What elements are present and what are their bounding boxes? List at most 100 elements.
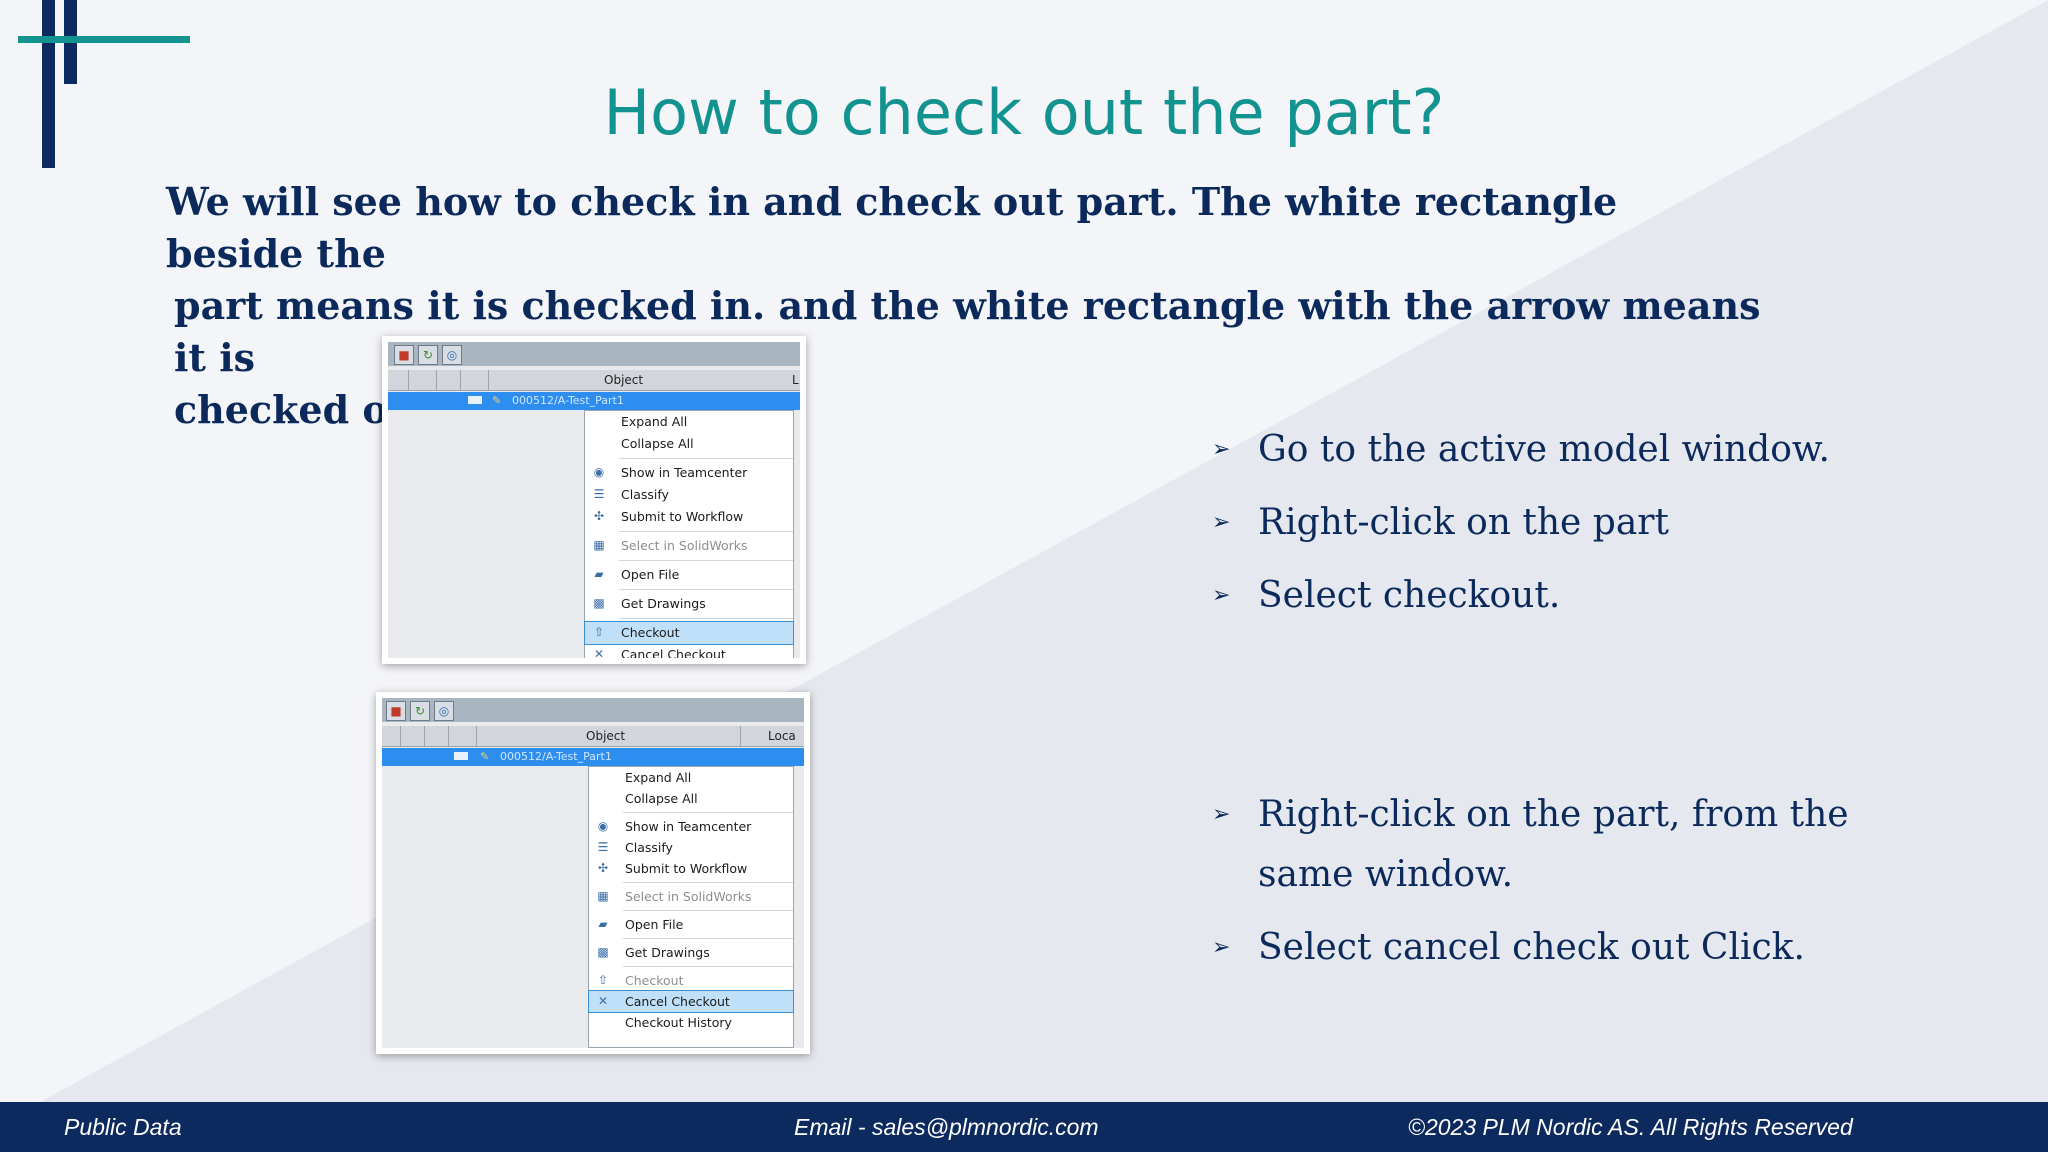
arrow-bullet-icon: ➢ bbox=[1212, 802, 1231, 827]
footer-copyright: ©2023 PLM Nordic AS. All Rights Reserved bbox=[1408, 1114, 1853, 1140]
arrow-bullet-icon: ➢ bbox=[1212, 583, 1231, 608]
menu-item-submit-to-workflow[interactable]: ✣ Submit to Workflow bbox=[589, 858, 793, 879]
menu-item-label: Submit to Workflow bbox=[621, 509, 744, 524]
menu-item-open-file[interactable]: ▰ Open File bbox=[585, 564, 793, 586]
step-item: ➢ Right-click on the part bbox=[1208, 493, 1928, 553]
menu-separator bbox=[619, 618, 793, 619]
intro-line: We will see how to check in and check ou… bbox=[166, 179, 1618, 276]
menu-item-expand-all[interactable]: Expand All bbox=[589, 767, 793, 788]
cancel-icon: ✕ bbox=[597, 994, 609, 1008]
cancel-checkout-screenshot: ■ ↻ ◎ Object Loca ✎ 000512/A-Test_Part1 … bbox=[376, 692, 810, 1054]
menu-item-submit-to-workflow[interactable]: ✣ Submit to Workflow bbox=[585, 506, 793, 528]
menu-separator bbox=[623, 910, 793, 911]
menu-item-label: Cancel Checkout bbox=[621, 647, 726, 658]
menu-item-collapse-all[interactable]: Collapse All bbox=[585, 433, 793, 455]
menu-item-show-in-teamcenter[interactable]: ◉ Show in Teamcenter bbox=[585, 462, 793, 484]
menu-item-label: Submit to Workflow bbox=[625, 861, 748, 876]
selected-part-row[interactable]: ✎ 000512/A-Test_Part1 bbox=[388, 392, 800, 410]
footer-bar: Public Data Email - sales@plmnordic.com … bbox=[0, 1102, 2048, 1152]
footer-classification: Public Data bbox=[64, 1114, 182, 1140]
selected-part-row[interactable]: ✎ 000512/A-Test_Part1 bbox=[382, 748, 804, 766]
classify-icon: ☰ bbox=[593, 487, 605, 501]
solidworks-icon: ▦ bbox=[593, 538, 605, 552]
globe-icon[interactable]: ◎ bbox=[434, 701, 454, 721]
step-item: ➢ Right-click on the part, from the same w… bbox=[1208, 785, 1928, 905]
menu-separator bbox=[623, 882, 793, 883]
step-item: ➢ Select cancel check out Click. bbox=[1208, 918, 1928, 978]
drawings-icon: ▩ bbox=[593, 596, 605, 610]
object-column-label: Object bbox=[604, 373, 644, 387]
part-icon: ✎ bbox=[480, 750, 490, 763]
cube-icon[interactable]: ■ bbox=[386, 701, 406, 721]
checkout-icon: ⇧ bbox=[597, 973, 609, 987]
menu-item-select-in-solidworks: ▦ Select in SolidWorks bbox=[589, 886, 793, 907]
checkout-icon: ⇧ bbox=[593, 625, 605, 639]
menu-item-checkout[interactable]: ⇧ Checkout bbox=[584, 621, 794, 645]
menu-item-label: Classify bbox=[621, 487, 669, 502]
menu-item-expand-all[interactable]: Expand All bbox=[585, 411, 793, 433]
menu-item-label: Open File bbox=[625, 917, 684, 932]
column-header: Object L bbox=[388, 370, 800, 391]
menu-item-collapse-all[interactable]: Collapse All bbox=[589, 788, 793, 809]
toolbar: ■ ↻ ◎ bbox=[388, 342, 800, 366]
menu-item-label: Collapse All bbox=[625, 791, 698, 806]
menu-item-classify[interactable]: ☰ Classify bbox=[589, 837, 793, 858]
menu-item-show-in-teamcenter[interactable]: ◉ Show in Teamcenter bbox=[589, 816, 793, 837]
object-column-label: Object bbox=[586, 729, 626, 743]
menu-item-select-in-solidworks: ▦ Select in SolidWorks bbox=[585, 535, 793, 557]
checked-in-marker-icon bbox=[468, 396, 482, 404]
part-name: 000512/A-Test_Part1 bbox=[512, 394, 624, 407]
menu-item-label: Get Drawings bbox=[625, 945, 710, 960]
globe-icon[interactable]: ◎ bbox=[442, 345, 462, 365]
checked-out-marker-icon bbox=[454, 752, 468, 760]
menu-item-label: Expand All bbox=[621, 414, 688, 429]
menu-item-label: Show in Teamcenter bbox=[621, 465, 748, 480]
menu-item-cancel-checkout[interactable]: ✕ Cancel Checkout bbox=[585, 644, 793, 658]
menu-separator bbox=[623, 812, 793, 813]
step-item: ➢ Go to the active model window. bbox=[1208, 420, 1928, 480]
footer-email[interactable]: Email - sales@plmnordic.com bbox=[794, 1114, 1099, 1141]
slide-title: How to check out the part? bbox=[603, 76, 1445, 149]
menu-item-label: Cancel Checkout bbox=[625, 994, 730, 1009]
menu-item-open-file[interactable]: ▰ Open File bbox=[589, 914, 793, 935]
arrow-bullet-icon: ➢ bbox=[1212, 510, 1231, 535]
context-menu: Expand All Collapse All ◉ Show in Teamcente… bbox=[588, 766, 794, 1048]
folder-icon: ▰ bbox=[594, 567, 604, 581]
checkout-steps: ➢ Go to the active model window. ➢ Right-c… bbox=[1208, 420, 1928, 639]
workflow-icon: ✣ bbox=[597, 861, 609, 875]
menu-item-classify[interactable]: ☰ Classify bbox=[585, 484, 793, 506]
menu-separator bbox=[619, 560, 793, 561]
menu-item-checkout-history[interactable]: Checkout History bbox=[589, 1012, 793, 1033]
menu-item-label: Classify bbox=[625, 840, 673, 855]
location-column-label: L bbox=[792, 373, 799, 387]
menu-item-label: Show in Teamcenter bbox=[625, 819, 752, 834]
cancel-checkout-steps: ➢ Right-click on the part, from the same w… bbox=[1208, 785, 1928, 991]
globe-icon: ◉ bbox=[593, 465, 605, 479]
menu-separator bbox=[619, 458, 793, 459]
toolbar: ■ ↻ ◎ bbox=[382, 698, 804, 722]
menu-item-cancel-checkout[interactable]: ✕ Cancel Checkout bbox=[588, 990, 794, 1013]
location-column-label: Loca bbox=[768, 729, 796, 743]
classify-icon: ☰ bbox=[597, 840, 609, 854]
context-menu: Expand All Collapse All ◉ Show in Teamcente… bbox=[584, 410, 794, 658]
menu-item-checkout: ⇧ Checkout bbox=[589, 970, 793, 991]
refresh-icon[interactable]: ↻ bbox=[410, 701, 430, 721]
menu-item-label: Checkout bbox=[621, 625, 680, 640]
menu-item-label: Checkout bbox=[625, 973, 684, 988]
part-name: 000512/A-Test_Part1 bbox=[500, 750, 612, 763]
drawings-icon: ▩ bbox=[597, 945, 609, 959]
menu-item-label: Checkout History bbox=[625, 1015, 732, 1030]
menu-separator bbox=[623, 966, 793, 967]
menu-item-get-drawings[interactable]: ▩ Get Drawings bbox=[585, 593, 793, 615]
workflow-icon: ✣ bbox=[593, 509, 605, 523]
menu-item-label: Get Drawings bbox=[621, 596, 706, 611]
refresh-icon[interactable]: ↻ bbox=[418, 345, 438, 365]
cube-icon[interactable]: ■ bbox=[394, 345, 414, 365]
menu-item-label: Select in SolidWorks bbox=[621, 538, 748, 553]
menu-item-label: Expand All bbox=[625, 770, 692, 785]
menu-separator bbox=[623, 938, 793, 939]
step-item: ➢ Select checkout. bbox=[1208, 566, 1928, 626]
arrow-bullet-icon: ➢ bbox=[1212, 935, 1231, 960]
menu-item-get-drawings[interactable]: ▩ Get Drawings bbox=[589, 942, 793, 963]
menu-separator bbox=[619, 589, 793, 590]
